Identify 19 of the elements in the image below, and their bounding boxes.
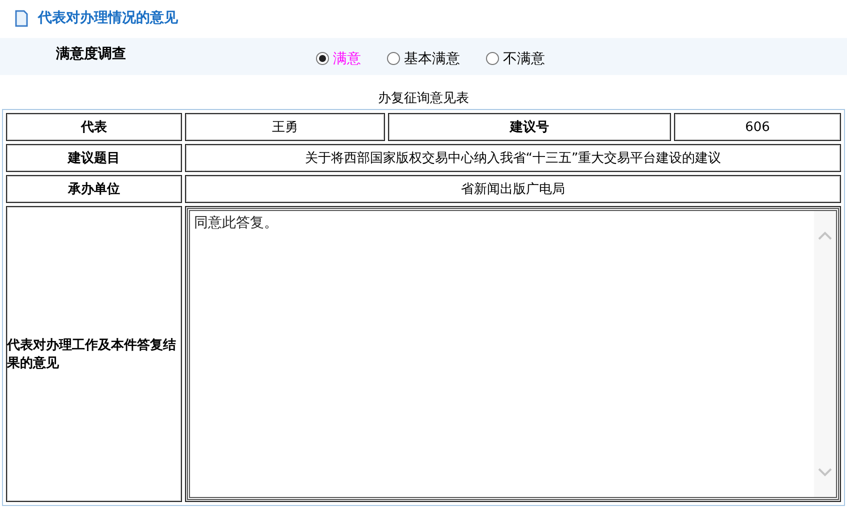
section-title: 代表对办理情况的意见 [38, 9, 178, 27]
document-icon [14, 9, 28, 27]
radio-button[interactable] [486, 52, 499, 65]
radio-label[interactable]: 基本满意 [404, 50, 460, 68]
opinion-field[interactable]: 同意此答复。 [187, 208, 839, 500]
radio-label[interactable]: 不满意 [503, 50, 545, 68]
survey-label: 满意度调查 [55, 44, 127, 62]
value-cell: 王勇 [185, 113, 385, 141]
form-caption: 办复征询意见表 [377, 90, 470, 108]
value-cell: 省新闻出版广电局 [185, 175, 841, 203]
label-cell: 代表 [6, 113, 182, 141]
label-cell: 建议题目 [6, 144, 182, 172]
label-cell: 建议号 [388, 113, 671, 141]
radio-button[interactable] [316, 52, 329, 65]
value-cell: 606 [674, 113, 841, 141]
value-cell: 关于将西部国家版权交易中心纳入我省“十三五”重大交易平台建设的建议 [185, 144, 841, 172]
label-cell: 承办单位 [6, 175, 182, 203]
label-cell: 代表对办理工作及本件答复结果的意见 [6, 206, 182, 502]
radio-button[interactable] [387, 52, 400, 65]
